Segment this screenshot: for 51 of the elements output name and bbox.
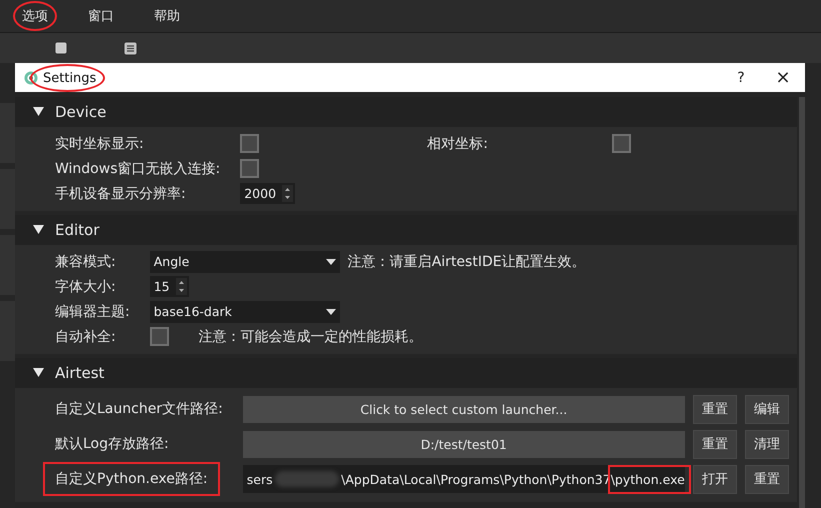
dialog-title: Settings (43, 70, 96, 86)
list-icon[interactable] (124, 42, 137, 54)
field-label: 字体大小: (55, 278, 116, 294)
checkbox[interactable] (150, 327, 169, 346)
field-label: 默认Log存放路径: (55, 436, 169, 452)
collapse-triangle-icon[interactable] (33, 225, 44, 235)
stop-icon[interactable] (55, 42, 67, 54)
field-label: 编辑器主题: (55, 304, 130, 320)
menu-item[interactable]: 窗口 (88, 9, 114, 24)
field-label: 自动补全: (55, 328, 116, 344)
highlight-ellipse (13, 1, 57, 31)
note-text: 注意：可能会造成一定的性能损耗。 (198, 328, 423, 346)
collapse-triangle-icon[interactable] (33, 107, 44, 117)
menu-item[interactable]: 选项 (22, 9, 48, 24)
field-label: 兼容模式: (55, 254, 116, 270)
blurred-region (274, 471, 340, 487)
action-button[interactable]: 重置 (692, 430, 737, 458)
note-text: 注意：请重启AirtestIDE让配置生效。 (348, 252, 586, 270)
dropdown[interactable]: Angle (150, 250, 340, 272)
close-button[interactable]: × (773, 67, 793, 88)
checkbox[interactable] (240, 134, 260, 153)
help-button[interactable]: ? (731, 70, 751, 86)
field-label: 手机设备显示分辨率: (55, 186, 186, 202)
gear-icon (23, 70, 39, 86)
menu-item[interactable]: 帮助 (154, 9, 180, 24)
checkbox[interactable] (240, 159, 260, 178)
field-label: 实时坐标显示: (55, 136, 144, 152)
field-label: Windows窗口无嵌入连接: (55, 160, 220, 176)
dropdown[interactable]: base16-dark (150, 300, 340, 322)
section-title: Editor (55, 221, 100, 239)
action-button[interactable]: 重置 (744, 464, 789, 494)
path-button[interactable]: D:/test/test01 (242, 430, 685, 458)
action-button[interactable]: 编辑 (744, 394, 789, 424)
number-spinbox[interactable]: 2000 (240, 183, 296, 204)
action-button[interactable]: 重置 (692, 394, 737, 424)
field-label: 相对坐标: (427, 136, 488, 152)
caret-icon (326, 308, 336, 314)
collapse-triangle-icon[interactable] (33, 368, 44, 378)
field-label: 自定义Python.exe路径: (55, 471, 208, 487)
spin-arrows-icon[interactable] (176, 278, 187, 295)
field-label: 自定义Launcher文件路径: (55, 401, 223, 417)
path-button[interactable]: Click to select custom launcher... (242, 396, 685, 422)
scrollbar[interactable] (798, 97, 805, 508)
section-title: Device (55, 103, 106, 121)
section-title: Airtest (55, 364, 104, 382)
spin-arrows-icon[interactable] (282, 185, 294, 202)
checkbox[interactable] (612, 134, 632, 153)
action-button[interactable]: 清理 (744, 430, 789, 458)
action-button[interactable]: 打开 (692, 464, 737, 494)
number-spinbox[interactable]: 15 (150, 276, 189, 297)
caret-icon (326, 258, 336, 264)
